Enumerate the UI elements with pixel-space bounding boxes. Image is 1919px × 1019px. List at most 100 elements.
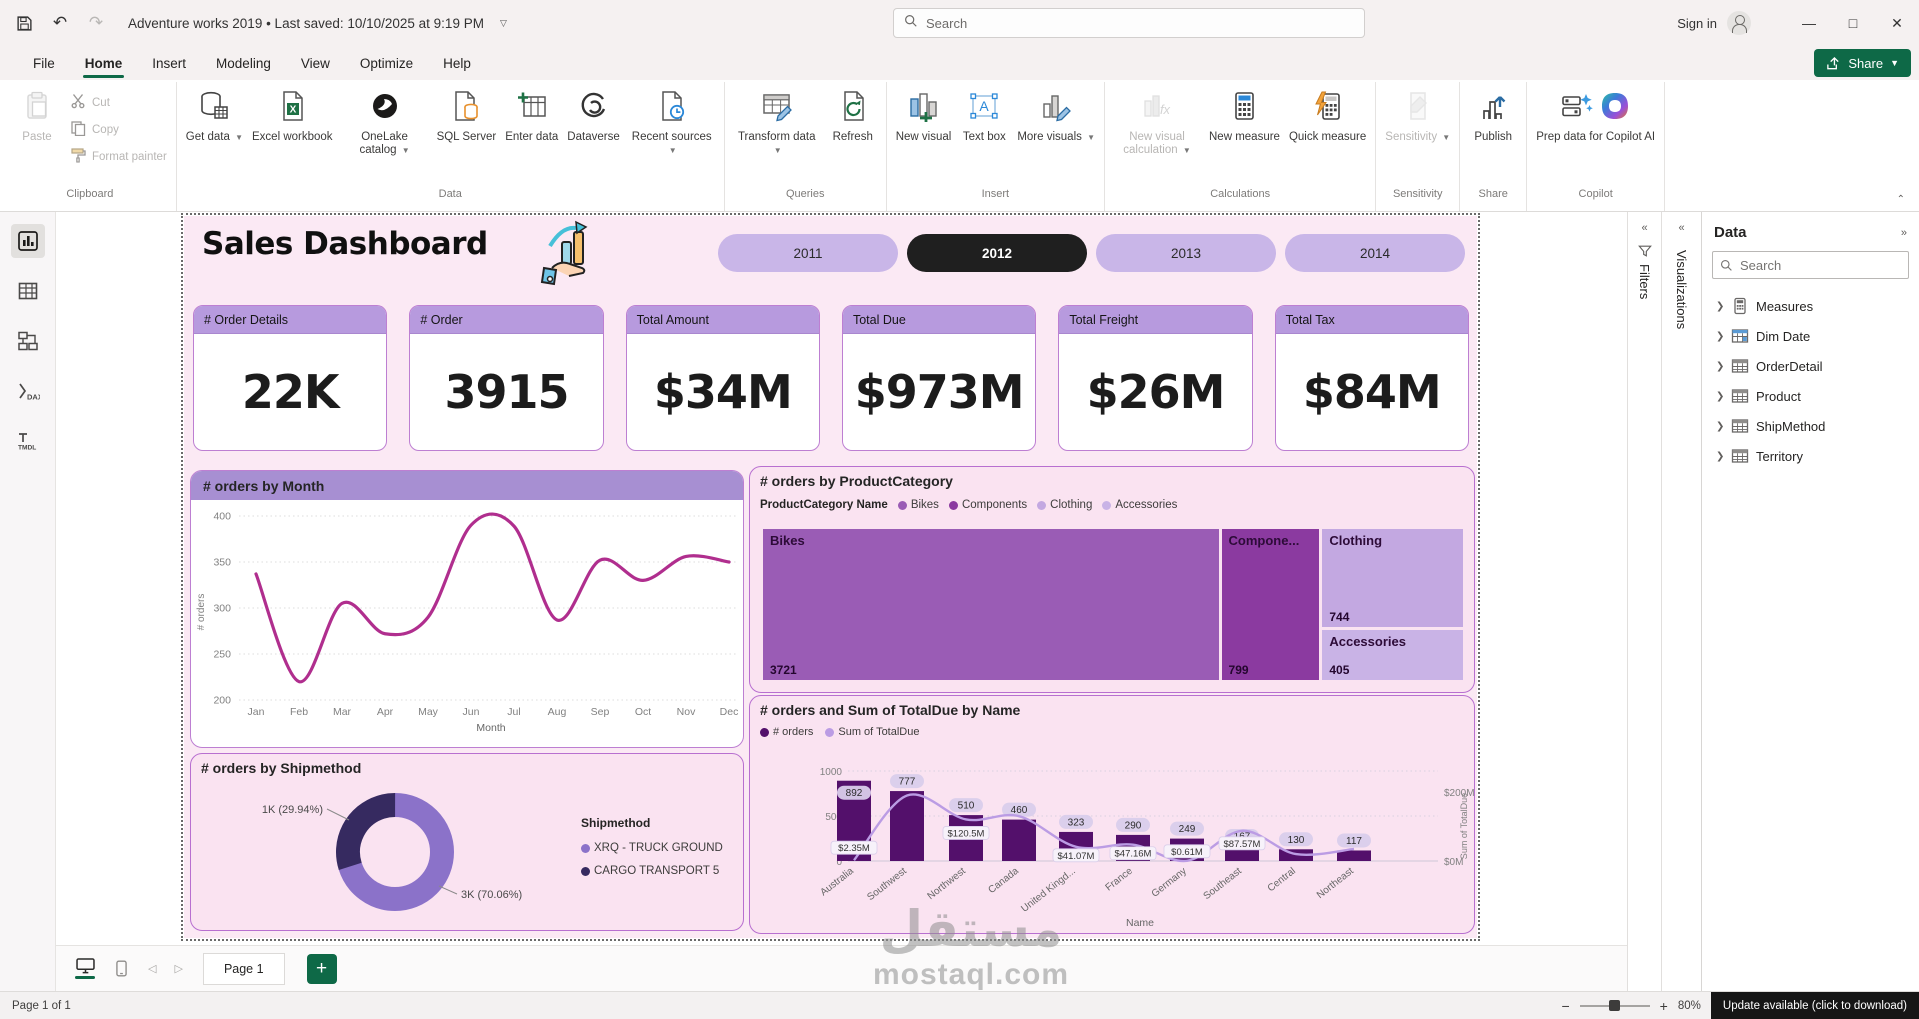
data-field-orderdetail[interactable]: ❯OrderDetail: [1702, 351, 1919, 381]
treemap-cell-accessories[interactable]: Accessories405: [1322, 630, 1463, 680]
zoom-slider[interactable]: [1580, 1005, 1650, 1007]
ribbon-paste-button[interactable]: Paste: [9, 84, 65, 146]
mobile-layout-icon[interactable]: [108, 954, 134, 984]
ribbon-recent-sources-button[interactable]: Recent sources ▼: [625, 84, 719, 160]
menu-optimize[interactable]: Optimize: [345, 50, 428, 80]
legend-item[interactable]: Accessories: [1102, 499, 1177, 511]
year-button-2012[interactable]: 2012: [907, 234, 1087, 272]
legend-item[interactable]: Bikes: [898, 499, 939, 511]
year-button-2011[interactable]: 2011: [718, 234, 898, 272]
orders-by-shipmethod-donut[interactable]: # orders by Shipmethod 1K (29.94%)3K (70…: [190, 753, 744, 931]
ribbon-publish-button[interactable]: Publish: [1465, 84, 1521, 146]
visualizations-pane-collapsed[interactable]: « Visualizations: [1661, 212, 1701, 991]
ribbon-excel-workbook-button[interactable]: XExcel workbook: [248, 84, 337, 146]
kpi-card[interactable]: # Order Details22K: [193, 305, 387, 451]
chevron-right-icon[interactable]: ❯: [1716, 421, 1724, 432]
ribbon-more-visuals-button[interactable]: More visuals ▼: [1013, 84, 1099, 146]
add-page-button[interactable]: +: [307, 954, 337, 984]
ribbon-new-visual-calculation-button[interactable]: fxNew visual calculation ▼: [1110, 84, 1204, 160]
ribbon-quick-measure-button[interactable]: Quick measure: [1285, 84, 1370, 146]
chevron-right-icon[interactable]: ❯: [1716, 391, 1724, 402]
menu-file[interactable]: File: [18, 50, 70, 80]
prev-page-icon[interactable]: ◁: [144, 962, 160, 975]
desktop-layout-icon[interactable]: [72, 954, 98, 984]
treemap-cell-bikes[interactable]: Bikes3721: [763, 529, 1219, 680]
menu-home[interactable]: Home: [70, 50, 138, 80]
ribbon-onelake-catalog-button[interactable]: OneLake catalog ▼: [338, 84, 432, 160]
status-bar: Page 1 of 1 − + 80% Update available (cl…: [0, 991, 1919, 1019]
next-page-icon[interactable]: ▷: [170, 962, 186, 975]
tmdl-view-icon[interactable]: TMDL: [11, 424, 45, 458]
ribbon-refresh-button[interactable]: Refresh: [825, 84, 881, 146]
menu-insert[interactable]: Insert: [137, 50, 201, 80]
global-search-input[interactable]: Search: [893, 8, 1365, 38]
table-view-icon[interactable]: [11, 274, 45, 308]
data-field-shipmethod[interactable]: ❯ShipMethod: [1702, 411, 1919, 441]
data-search-input[interactable]: Search: [1712, 251, 1909, 279]
legend-item[interactable]: Clothing: [1037, 499, 1092, 511]
menu-view[interactable]: View: [286, 50, 345, 80]
close-button[interactable]: ✕: [1875, 0, 1919, 46]
ribbon-new-visual-button[interactable]: New visual: [892, 84, 956, 146]
account-avatar[interactable]: [1727, 11, 1751, 35]
legend-item[interactable]: XRQ - TRUCK GROUND: [581, 842, 723, 854]
chevron-right-icon[interactable]: ❯: [1716, 331, 1724, 342]
zoom-slider-handle[interactable]: [1609, 1000, 1620, 1011]
ribbon-sensitivity-button[interactable]: Sensitivity ▼: [1381, 84, 1454, 146]
ribbon-transform-data-button[interactable]: Transform data ▼: [730, 84, 824, 160]
zoom-out-button[interactable]: −: [1561, 998, 1569, 1014]
ribbon-collapse-icon[interactable]: ⌃: [1897, 194, 1905, 205]
ribbon-text-box-button[interactable]: AText box: [956, 84, 1012, 146]
orders-totaldue-combo-chart[interactable]: # orders and Sum of TotalDue by Name # o…: [749, 695, 1475, 934]
undo-icon[interactable]: ↶: [50, 13, 70, 33]
kpi-card[interactable]: Total Freight$26M: [1058, 305, 1252, 451]
data-field-territory[interactable]: ❯Territory: [1702, 441, 1919, 471]
chevron-right-icon[interactable]: ❯: [1716, 361, 1724, 372]
ribbon-sql-server-button[interactable]: SQL Server: [433, 84, 501, 146]
sign-in-link[interactable]: Sign in: [1677, 16, 1717, 31]
menu-help[interactable]: Help: [428, 50, 486, 80]
menu-modeling[interactable]: Modeling: [201, 50, 286, 80]
year-button-2014[interactable]: 2014: [1285, 234, 1465, 272]
orders-by-month-chart[interactable]: # orders by Month 200250300350400JanFebM…: [190, 470, 744, 748]
tab-page-1[interactable]: Page 1: [203, 953, 285, 985]
ribbon-prep-data-for-copilot-ai-button[interactable]: Prep data for Copilot AI: [1532, 84, 1659, 146]
chevron-right-icon[interactable]: ❯: [1716, 451, 1724, 462]
data-field-dim-date[interactable]: ❯Dim Date: [1702, 321, 1919, 351]
share-button[interactable]: Share ▼: [1814, 49, 1911, 77]
kpi-card[interactable]: Total Tax$84M: [1275, 305, 1469, 451]
legend-item[interactable]: Components: [949, 499, 1027, 511]
treemap-cell-clothing[interactable]: Clothing744: [1322, 529, 1463, 627]
ribbon-enter-data-button[interactable]: Enter data: [501, 84, 562, 146]
ribbon-get-data-button[interactable]: Get data ▼: [182, 84, 247, 146]
year-button-2013[interactable]: 2013: [1096, 234, 1276, 272]
kpi-card[interactable]: Total Due$973M: [842, 305, 1036, 451]
dax-query-view-icon[interactable]: DAX: [11, 374, 45, 408]
maximize-button[interactable]: □: [1831, 0, 1875, 46]
report-view-icon[interactable]: [11, 224, 45, 258]
model-view-icon[interactable]: [11, 324, 45, 358]
expand-visualizations-icon[interactable]: «: [1678, 222, 1684, 234]
minimize-button[interactable]: —: [1787, 0, 1831, 46]
update-banner[interactable]: Update available (click to download): [1711, 992, 1919, 1019]
title-dropdown-icon[interactable]: ▽: [500, 18, 507, 29]
orders-by-category-treemap[interactable]: # orders by ProductCategory ProductCateg…: [749, 466, 1475, 693]
ribbon-format-painter-button[interactable]: Format painter: [66, 146, 171, 167]
data-field-product[interactable]: ❯Product: [1702, 381, 1919, 411]
ribbon-copy-button[interactable]: Copy: [66, 119, 171, 140]
save-icon[interactable]: [14, 13, 34, 33]
collapse-data-pane-icon[interactable]: »: [1901, 227, 1907, 239]
filters-pane-collapsed[interactable]: « Filters: [1627, 212, 1661, 991]
legend-item[interactable]: CARGO TRANSPORT 5: [581, 865, 723, 877]
report-page[interactable]: Sales Dashboard 2011201220132014 # Order…: [184, 216, 1477, 938]
treemap-cell-components[interactable]: Compone...799: [1222, 529, 1320, 680]
expand-filters-icon[interactable]: «: [1641, 222, 1647, 234]
kpi-card[interactable]: # Order3915: [409, 305, 603, 451]
data-field-measures[interactable]: ❯Measures: [1702, 291, 1919, 321]
ribbon-dataverse-button[interactable]: Dataverse: [563, 84, 623, 146]
ribbon-cut-button[interactable]: Cut: [66, 92, 171, 113]
chevron-right-icon[interactable]: ❯: [1716, 301, 1724, 312]
zoom-in-button[interactable]: +: [1660, 998, 1668, 1014]
kpi-card[interactable]: Total Amount$34M: [626, 305, 820, 451]
ribbon-new-measure-button[interactable]: New measure: [1205, 84, 1284, 146]
